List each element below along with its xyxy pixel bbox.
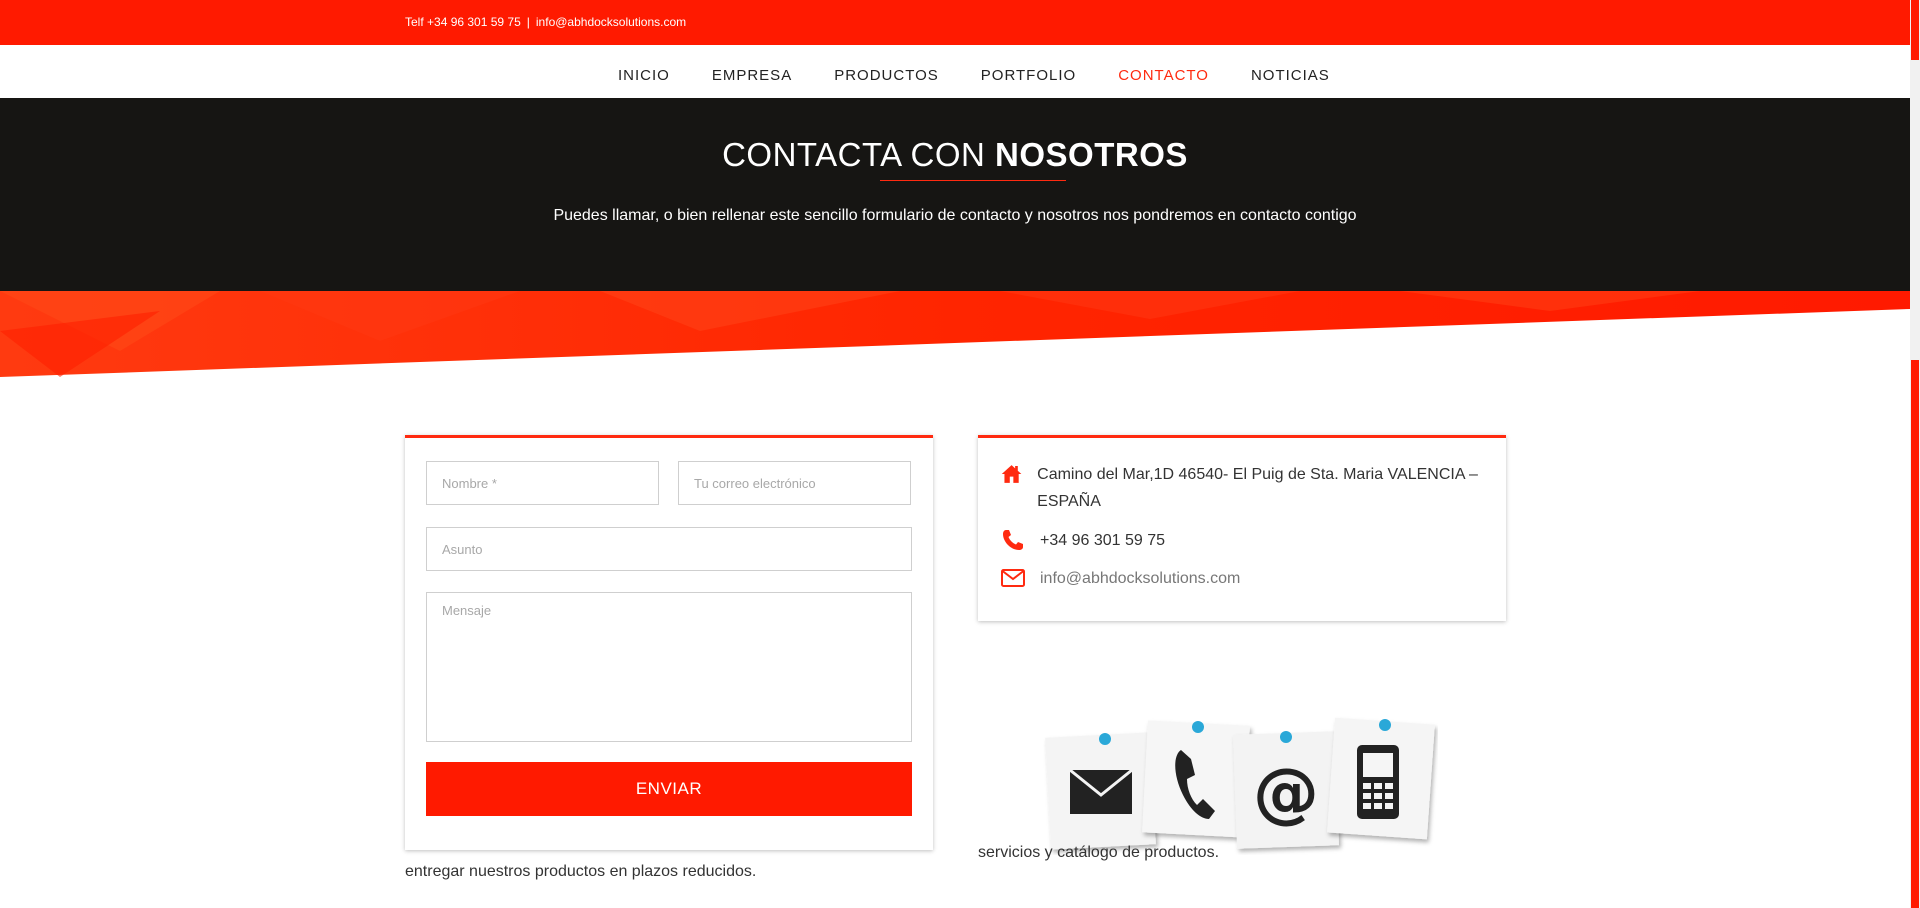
scrollbar-track-top [1911,0,1919,60]
page-title-bold: NOSOTROS [995,136,1188,173]
red-polygon-divider [0,291,1910,377]
top-contact-info: Telf +34 96 301 59 75 | info@abhdocksoluti… [405,15,686,29]
mail-note-icon [1045,732,1156,850]
main-navbar: INICIO EMPRESA PRODUCTOS PORTFOLIO CONTA… [0,45,1910,98]
at-sign-note-icon: @ [1233,731,1339,849]
footer-left-text: entregar nuestros productos en plazos re… [405,863,757,880]
main-nav: INICIO EMPRESA PRODUCTOS PORTFOLIO CONTA… [618,67,1372,84]
page-subtitle: Puedes llamar, o bien rellenar este senc… [553,207,1357,224]
top-phone: Telf +34 96 301 59 75 [405,15,521,29]
nav-item-contacto[interactable]: CONTACTO [1118,67,1209,84]
page-scrollbar[interactable] [1910,0,1920,908]
phone-text: +34 96 301 59 75 [1040,532,1166,549]
email-row: info@abhdocksolutions.com [1000,565,1240,592]
top-separator: | [526,15,530,29]
nav-item-portfolio[interactable]: PORTFOLIO [981,67,1076,84]
nav-item-inicio[interactable]: INICIO [618,67,670,84]
nav-item-productos[interactable]: PRODUCTOS [834,67,939,84]
nav-item-noticias[interactable]: NOTICIAS [1251,67,1330,84]
phone-icon [1003,530,1023,550]
footer-right-text: servicios y catálogo de productos. [978,844,1220,861]
contact-form: ENVIAR [405,435,933,850]
hero-banner: CONTACTA CON NOSOTROS Puedes llamar, o b… [0,98,1910,291]
address-text: Camino del Mar,1D 46540- El Puig de Sta.… [1037,466,1478,510]
contact-info-card: Camino del Mar,1D 46540- El Puig de Sta.… [978,435,1506,621]
contact-notes-illustration: @ [1045,717,1435,850]
svg-text:@: @ [1253,754,1319,831]
message-textarea[interactable] [426,592,912,742]
subject-input[interactable] [426,527,912,571]
nav-item-empresa[interactable]: EMPRESA [712,67,792,84]
top-email-link[interactable]: info@abhdocksolutions.com [536,15,686,29]
phone-row: +34 96 301 59 75 [1000,527,1165,554]
title-underline [880,180,1066,181]
page-title-light: CONTACTA CON [722,136,996,173]
scrollbar-thumb[interactable] [1911,360,1919,908]
email-link[interactable]: info@abhdocksolutions.com [1040,565,1240,592]
mobile-note-icon [1327,717,1435,840]
send-button[interactable]: ENVIAR [426,762,912,816]
top-contact-bar: Telf +34 96 301 59 75 | info@abhdocksoluti… [0,0,1910,45]
name-input[interactable] [426,461,659,505]
home-icon [1001,465,1022,483]
address-row: Camino del Mar,1D 46540- El Puig de Sta.… [1000,461,1490,515]
envelope-icon [1001,569,1025,587]
email-input[interactable] [678,461,911,505]
page-title: CONTACTA CON NOSOTROS [0,136,1910,174]
